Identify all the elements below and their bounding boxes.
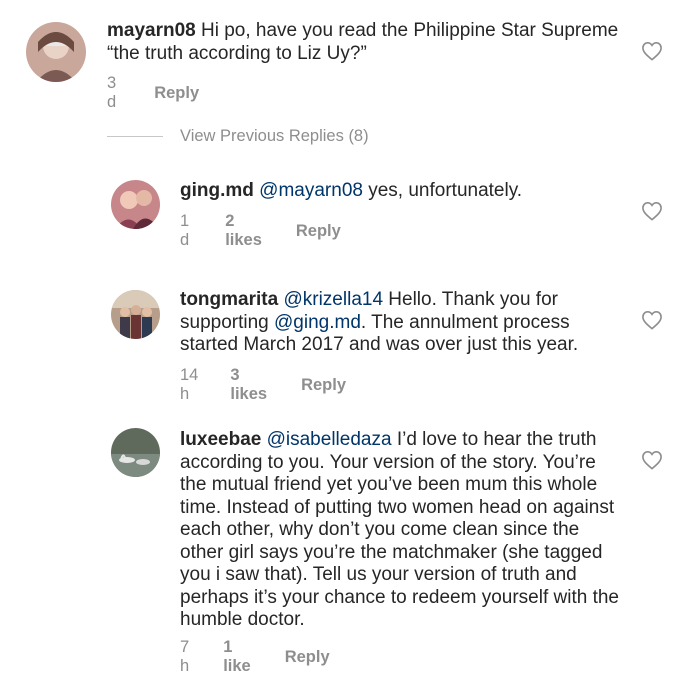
comment-meta: 3 d Reply (107, 74, 199, 112)
timestamp: 3 d (107, 74, 117, 111)
reply-button[interactable]: Reply (301, 376, 346, 395)
likes-count[interactable]: 1 like (223, 638, 251, 676)
heart-outline-icon[interactable] (641, 201, 663, 221)
username[interactable]: ging.md (180, 180, 254, 201)
heart-outline-icon[interactable] (641, 450, 663, 470)
username[interactable]: luxeebae (180, 429, 261, 450)
heart-outline-icon[interactable] (641, 310, 663, 330)
replies-divider (107, 136, 163, 137)
username[interactable]: tongmarita (180, 289, 278, 310)
comment-body: I’d love to hear the truth according to … (180, 429, 619, 630)
likes-count[interactable]: 2 likes (225, 212, 262, 250)
timestamp: 14 h (180, 366, 199, 403)
view-previous-replies[interactable]: View Previous Replies (8) (180, 127, 369, 146)
comment-meta: 7 h 1 like Reply (180, 638, 330, 676)
avatar[interactable] (26, 22, 86, 82)
reply-button[interactable]: Reply (154, 84, 199, 103)
comment-text: luxeebae @isabelledaza I’d love to hear … (180, 429, 625, 632)
username[interactable]: mayarn08 (107, 20, 196, 41)
comment-text: mayarn08 Hi po, have you read the Philip… (107, 20, 627, 65)
avatar[interactable] (111, 290, 160, 339)
heart-outline-icon[interactable] (641, 41, 663, 61)
likes-count[interactable]: 3 likes (230, 366, 267, 404)
mention[interactable]: @mayarn08 (259, 180, 363, 201)
timestamp: 1 d (180, 212, 190, 249)
reply-button[interactable]: Reply (285, 648, 330, 667)
avatar[interactable] (111, 428, 160, 477)
comment-text: ging.md @mayarn08 yes, unfortunately. (180, 180, 620, 203)
comment-body: yes, unfortunately. (368, 180, 523, 201)
comment-meta: 14 h 3 likes Reply (180, 366, 346, 404)
avatar[interactable] (111, 180, 160, 229)
comment-text: tongmarita @krizella14 Hello. Thank you … (180, 289, 590, 357)
mention[interactable]: @krizella14 (283, 289, 383, 310)
timestamp: 7 h (180, 638, 190, 675)
mention[interactable]: @isabelledaza (267, 429, 392, 450)
comment-meta: 1 d 2 likes Reply (180, 212, 341, 250)
reply-button[interactable]: Reply (296, 222, 341, 241)
mention-2[interactable]: @ging.md (274, 312, 361, 333)
